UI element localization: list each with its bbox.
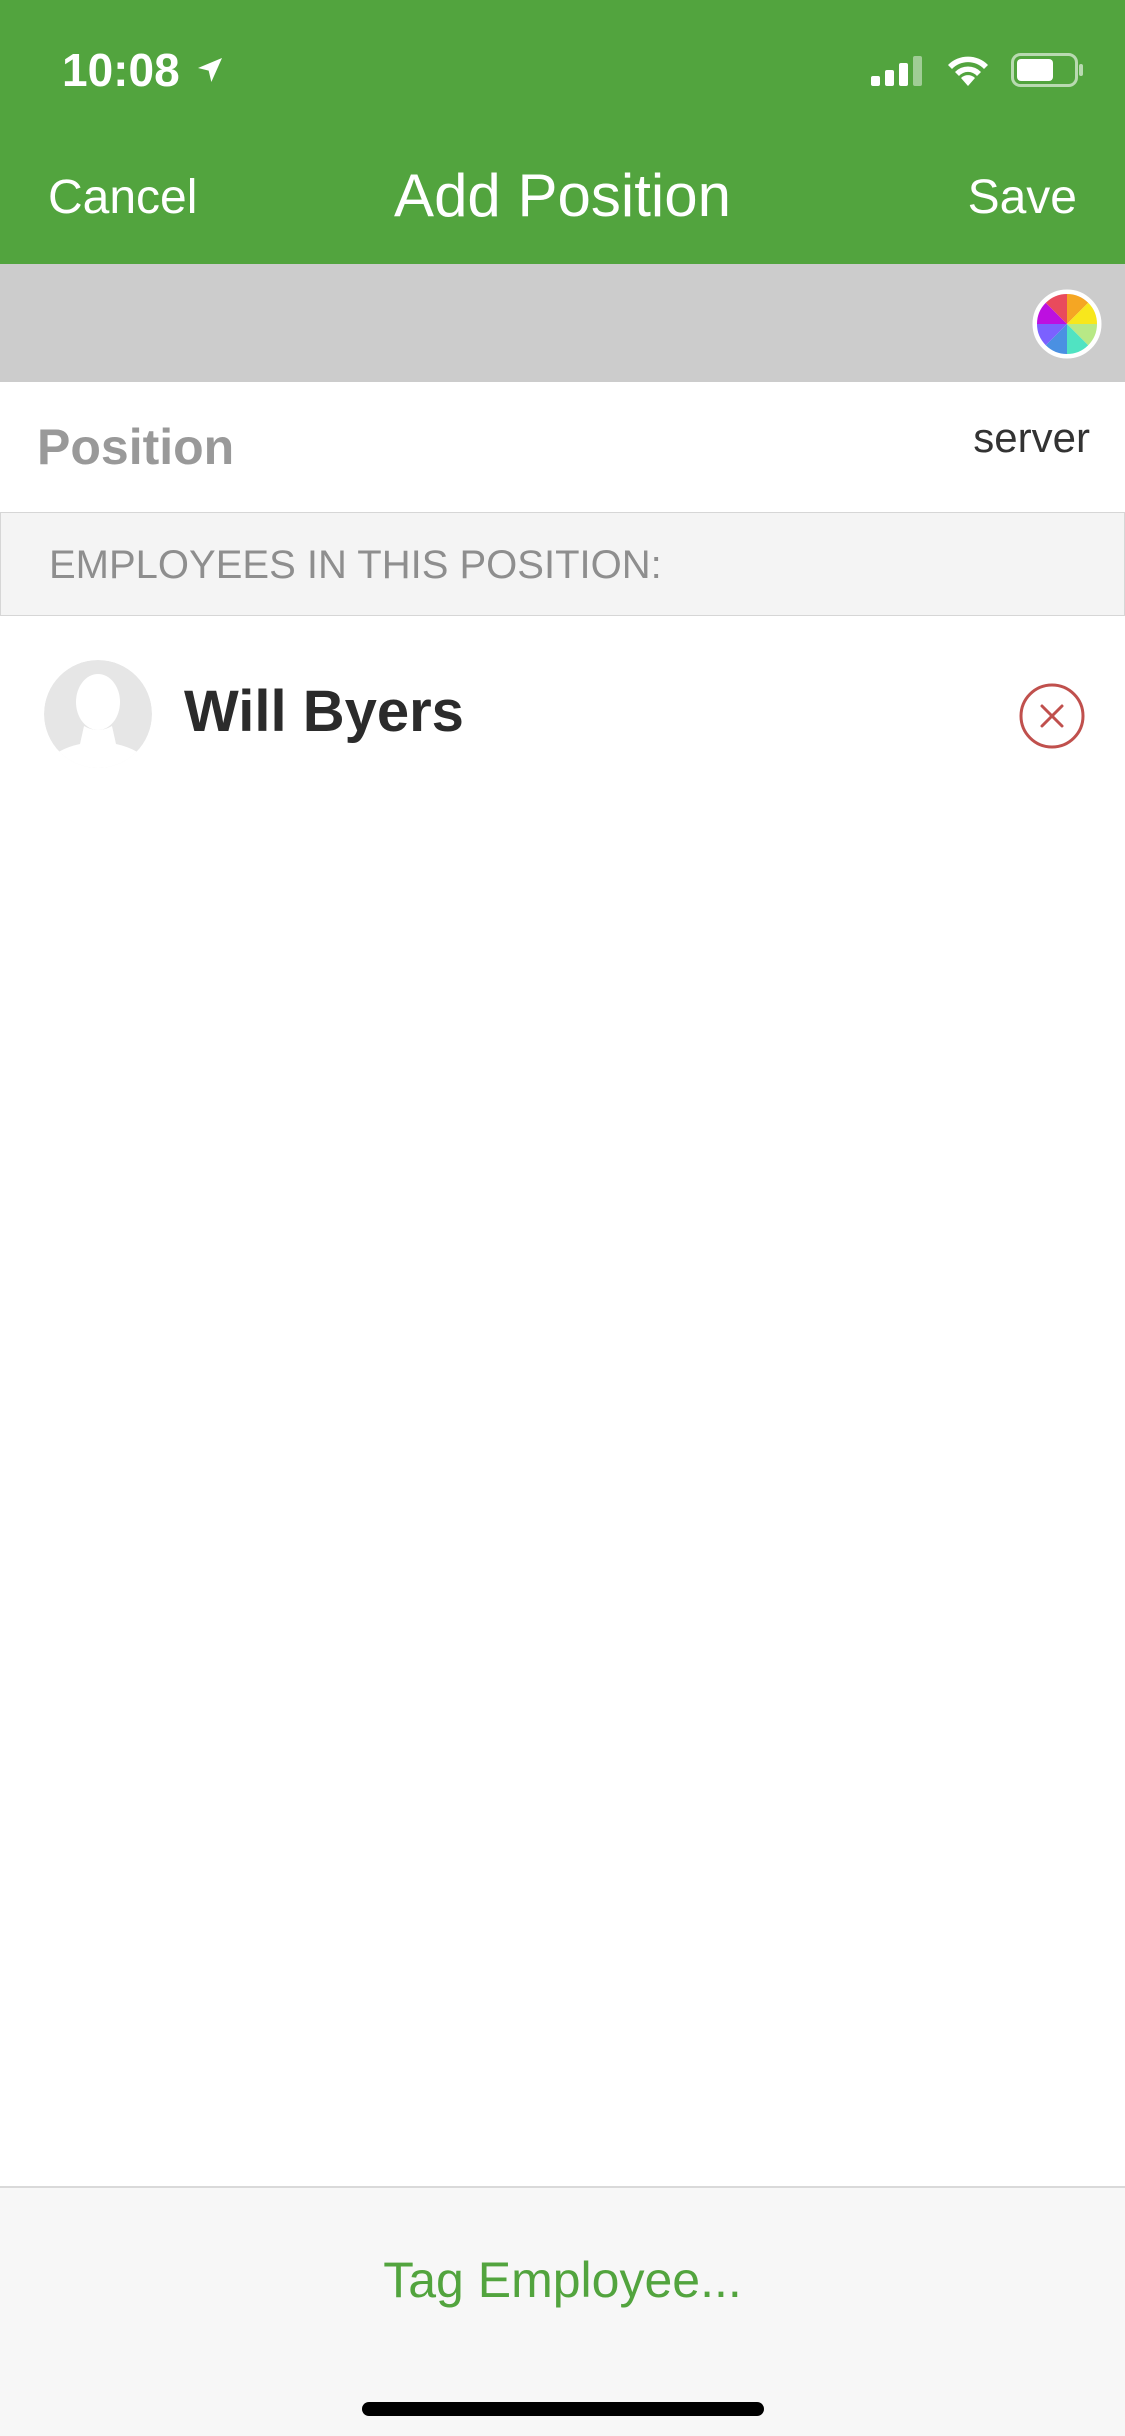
employee-name: Will Byers bbox=[184, 679, 464, 744]
employees-section-header: EMPLOYEES IN THIS POSITION: bbox=[0, 512, 1125, 616]
person-silhouette-icon bbox=[44, 660, 152, 768]
nav-header: 10:08 Cancel Add Position Save bbox=[0, 0, 1125, 264]
save-button[interactable]: Save bbox=[968, 168, 1077, 228]
home-indicator[interactable] bbox=[362, 2402, 764, 2416]
status-time-text: 10:08 bbox=[62, 44, 180, 96]
location-arrow-icon bbox=[197, 58, 222, 82]
tag-employee-button[interactable]: Tag Employee... bbox=[0, 2240, 1125, 2320]
position-field-row[interactable]: Position server bbox=[0, 382, 1125, 512]
wifi-icon bbox=[948, 56, 988, 86]
bottom-action-bar: Tag Employee... bbox=[0, 2186, 1125, 2436]
list-item: Will Byers bbox=[0, 615, 1125, 815]
position-input[interactable]: server bbox=[973, 408, 1090, 468]
cellular-signal-icon bbox=[871, 56, 922, 86]
remove-circle-x-icon[interactable] bbox=[1019, 683, 1085, 749]
section-header-text: EMPLOYEES IN THIS POSITION: bbox=[49, 543, 662, 587]
position-label: Position bbox=[37, 419, 235, 475]
battery-icon bbox=[1011, 53, 1083, 87]
status-bar-time: 10:08 bbox=[62, 40, 226, 100]
color-wheel-icon[interactable] bbox=[1032, 289, 1102, 359]
page-title: Add Position bbox=[394, 162, 731, 229]
add-position-screen: 10:08 Cancel Add Position Save Position … bbox=[0, 0, 1125, 2436]
status-bar-indicators bbox=[871, 48, 1085, 92]
position-color-strip bbox=[0, 264, 1125, 382]
